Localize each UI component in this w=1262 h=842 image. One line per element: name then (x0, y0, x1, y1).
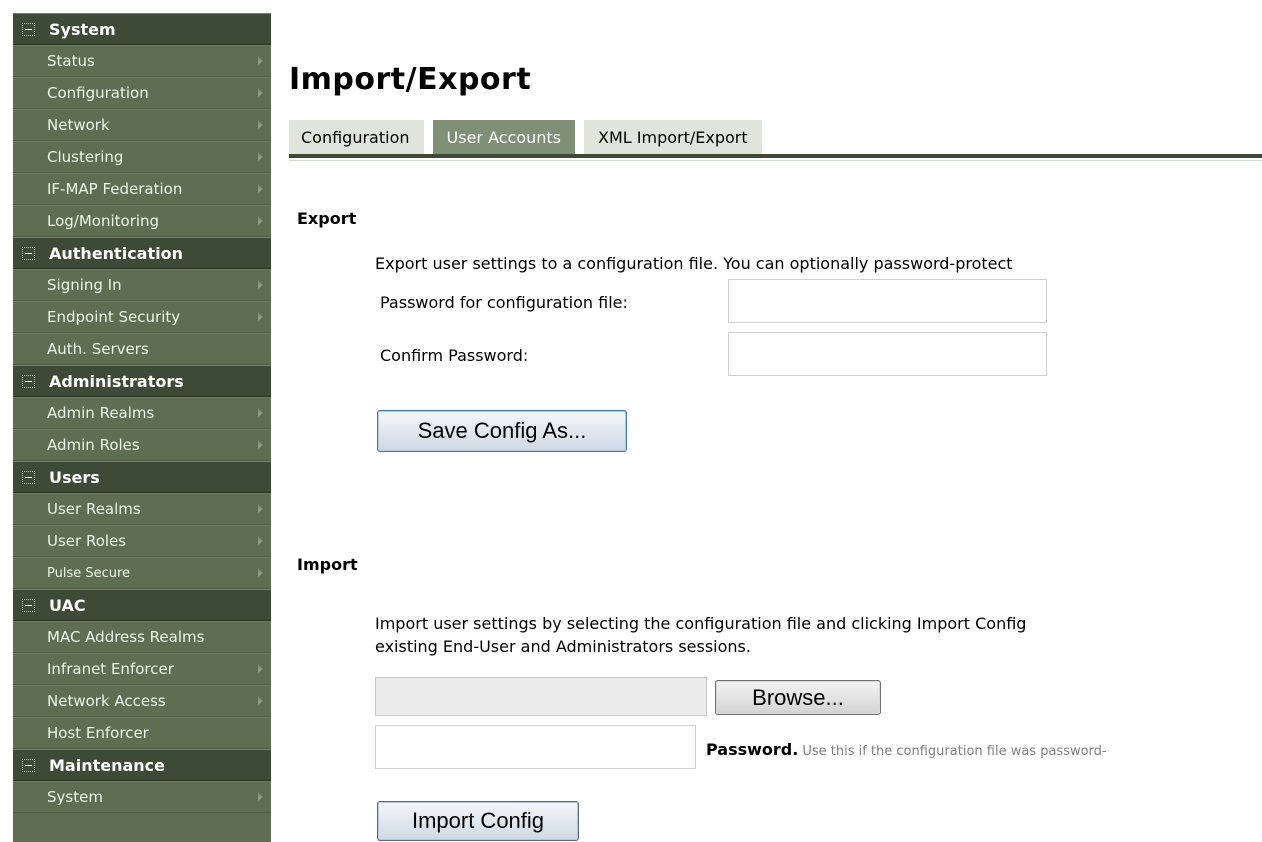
sidebar-item-label: Admin Roles (47, 436, 140, 454)
sidebar-nav: System Status Configuration Network Clusteri… (13, 13, 271, 842)
submenu-arrow-icon (258, 441, 263, 449)
export-section-title: Export (297, 209, 357, 228)
import-password-label-text: Password. (706, 740, 799, 759)
import-section-title: Import (297, 555, 358, 574)
submenu-arrow-icon (258, 569, 263, 577)
collapse-icon[interactable] (22, 22, 35, 36)
import-password-hint: Use this if the configuration file was p… (802, 744, 1107, 759)
collapse-icon[interactable] (22, 374, 35, 388)
sidebar-section-title: Authentication (49, 243, 183, 263)
sidebar-item-admin-roles[interactable]: Admin Roles (13, 429, 271, 461)
sidebar-item-infranet-enforcer[interactable]: Infranet Enforcer (13, 653, 271, 685)
sidebar-item-host-enforcer[interactable]: Host Enforcer (13, 717, 271, 749)
sidebar-section-title: UAC (49, 595, 86, 615)
sidebar-item-label: User Roles (47, 532, 127, 550)
sidebar-item-configuration[interactable]: Configuration (13, 77, 271, 109)
sidebar-item-system[interactable]: System (13, 781, 271, 813)
submenu-arrow-icon (258, 121, 263, 129)
sidebar-item-user-roles[interactable]: User Roles (13, 525, 271, 557)
sidebar-section-system[interactable]: System (13, 13, 271, 45)
sidebar-item-label: Signing In (47, 276, 122, 294)
sidebar-item-network[interactable]: Network (13, 109, 271, 141)
collapse-icon[interactable] (22, 470, 35, 484)
sidebar-item-network-access[interactable]: Network Access (13, 685, 271, 717)
import-password-input[interactable] (375, 725, 696, 769)
submenu-arrow-icon (258, 409, 263, 417)
tab-divider (289, 154, 1262, 158)
sidebar-item-label: Log/Monitoring (47, 212, 160, 230)
sidebar-section-title: Maintenance (49, 755, 166, 775)
export-password-label: Password for configuration file: (380, 293, 628, 312)
sidebar-section-title: Administrators (49, 371, 184, 391)
tab-configuration[interactable]: Configuration (289, 120, 424, 154)
sidebar-item-label: Auth. Servers (47, 340, 149, 358)
submenu-arrow-icon (258, 697, 263, 705)
confirm-password-input[interactable] (728, 332, 1047, 376)
sidebar-item-label: Infranet Enforcer (47, 660, 174, 678)
save-config-as-button[interactable]: Save Config As... (377, 410, 627, 452)
import-description-line2: existing End-User and Administrators ses… (375, 637, 751, 656)
sidebar-section-title: System (49, 19, 116, 39)
file-path-field[interactable] (375, 677, 707, 716)
submenu-arrow-icon (258, 281, 263, 289)
sidebar-item-label: MAC Address Realms (47, 628, 205, 646)
submenu-arrow-icon (258, 185, 263, 193)
sidebar-section-uac[interactable]: UAC (13, 589, 271, 621)
sidebar-section-maintenance[interactable]: Maintenance (13, 749, 271, 781)
submenu-arrow-icon (258, 793, 263, 801)
sidebar-section-administrators[interactable]: Administrators (13, 365, 271, 397)
sidebar-item-pulse-secure[interactable]: Pulse Secure (13, 557, 271, 589)
submenu-arrow-icon (258, 505, 263, 513)
tab-user-accounts[interactable]: User Accounts (432, 120, 576, 154)
submenu-arrow-icon (258, 313, 263, 321)
submenu-arrow-icon (258, 57, 263, 65)
sidebar-item-admin-realms[interactable]: Admin Realms (13, 397, 271, 429)
browse-button[interactable]: Browse... (715, 680, 881, 715)
collapse-icon[interactable] (22, 246, 35, 260)
collapse-icon[interactable] (22, 598, 35, 612)
export-password-input[interactable] (728, 279, 1047, 323)
sidebar-item-label: IF-MAP Federation (47, 180, 183, 198)
submenu-arrow-icon (258, 153, 263, 161)
sidebar-item-label: Network Access (47, 692, 166, 710)
sidebar-section-users[interactable]: Users (13, 461, 271, 493)
tab-xml-import-export[interactable]: XML Import/Export (584, 120, 762, 154)
sidebar-item-label: Configuration (47, 84, 149, 102)
collapse-icon[interactable] (22, 758, 35, 772)
import-password-label: Password. Use this if the configuration f… (706, 740, 1107, 759)
sidebar-item-label: Pulse Secure (47, 565, 131, 581)
sidebar-item-user-realms[interactable]: User Realms (13, 493, 271, 525)
page-title: Import/Export (289, 62, 532, 97)
sidebar-item-clustering[interactable]: Clustering (13, 141, 271, 173)
sidebar-item-status[interactable]: Status (13, 45, 271, 77)
confirm-password-label: Confirm Password: (380, 346, 529, 365)
sidebar-item-signing-in[interactable]: Signing In (13, 269, 271, 301)
sidebar-item-label: Host Enforcer (47, 724, 149, 742)
sidebar-item-auth-servers[interactable]: Auth. Servers (13, 333, 271, 365)
sidebar-item-if-map-federation[interactable]: IF-MAP Federation (13, 173, 271, 205)
sidebar-item-label: Endpoint Security (47, 308, 181, 326)
sidebar-item-log-monitoring[interactable]: Log/Monitoring (13, 205, 271, 237)
sidebar-item-label: System (47, 788, 103, 806)
submenu-arrow-icon (258, 537, 263, 545)
import-config-button[interactable]: Import Config (377, 801, 579, 841)
sidebar-item-label: Clustering (47, 148, 124, 166)
tab-bar: Configuration User Accounts XML Import/E… (289, 120, 771, 154)
submenu-arrow-icon (258, 665, 263, 673)
sidebar-section-authentication[interactable]: Authentication (13, 237, 271, 269)
tab-divider-shadow (289, 160, 1262, 161)
sidebar-item-label: Admin Realms (47, 404, 155, 422)
sidebar-section-title: Users (49, 467, 100, 487)
sidebar-item-endpoint-security[interactable]: Endpoint Security (13, 301, 271, 333)
sidebar-item-label: Status (47, 52, 95, 70)
sidebar-item-label: User Realms (47, 500, 141, 518)
submenu-arrow-icon (258, 89, 263, 97)
export-description: Export user settings to a configuration … (375, 254, 1013, 273)
submenu-arrow-icon (258, 217, 263, 225)
sidebar-item-mac-address-realms[interactable]: MAC Address Realms (13, 621, 271, 653)
import-description-line1: Import user settings by selecting the co… (375, 614, 1027, 633)
sidebar-item-label: Network (47, 116, 110, 134)
